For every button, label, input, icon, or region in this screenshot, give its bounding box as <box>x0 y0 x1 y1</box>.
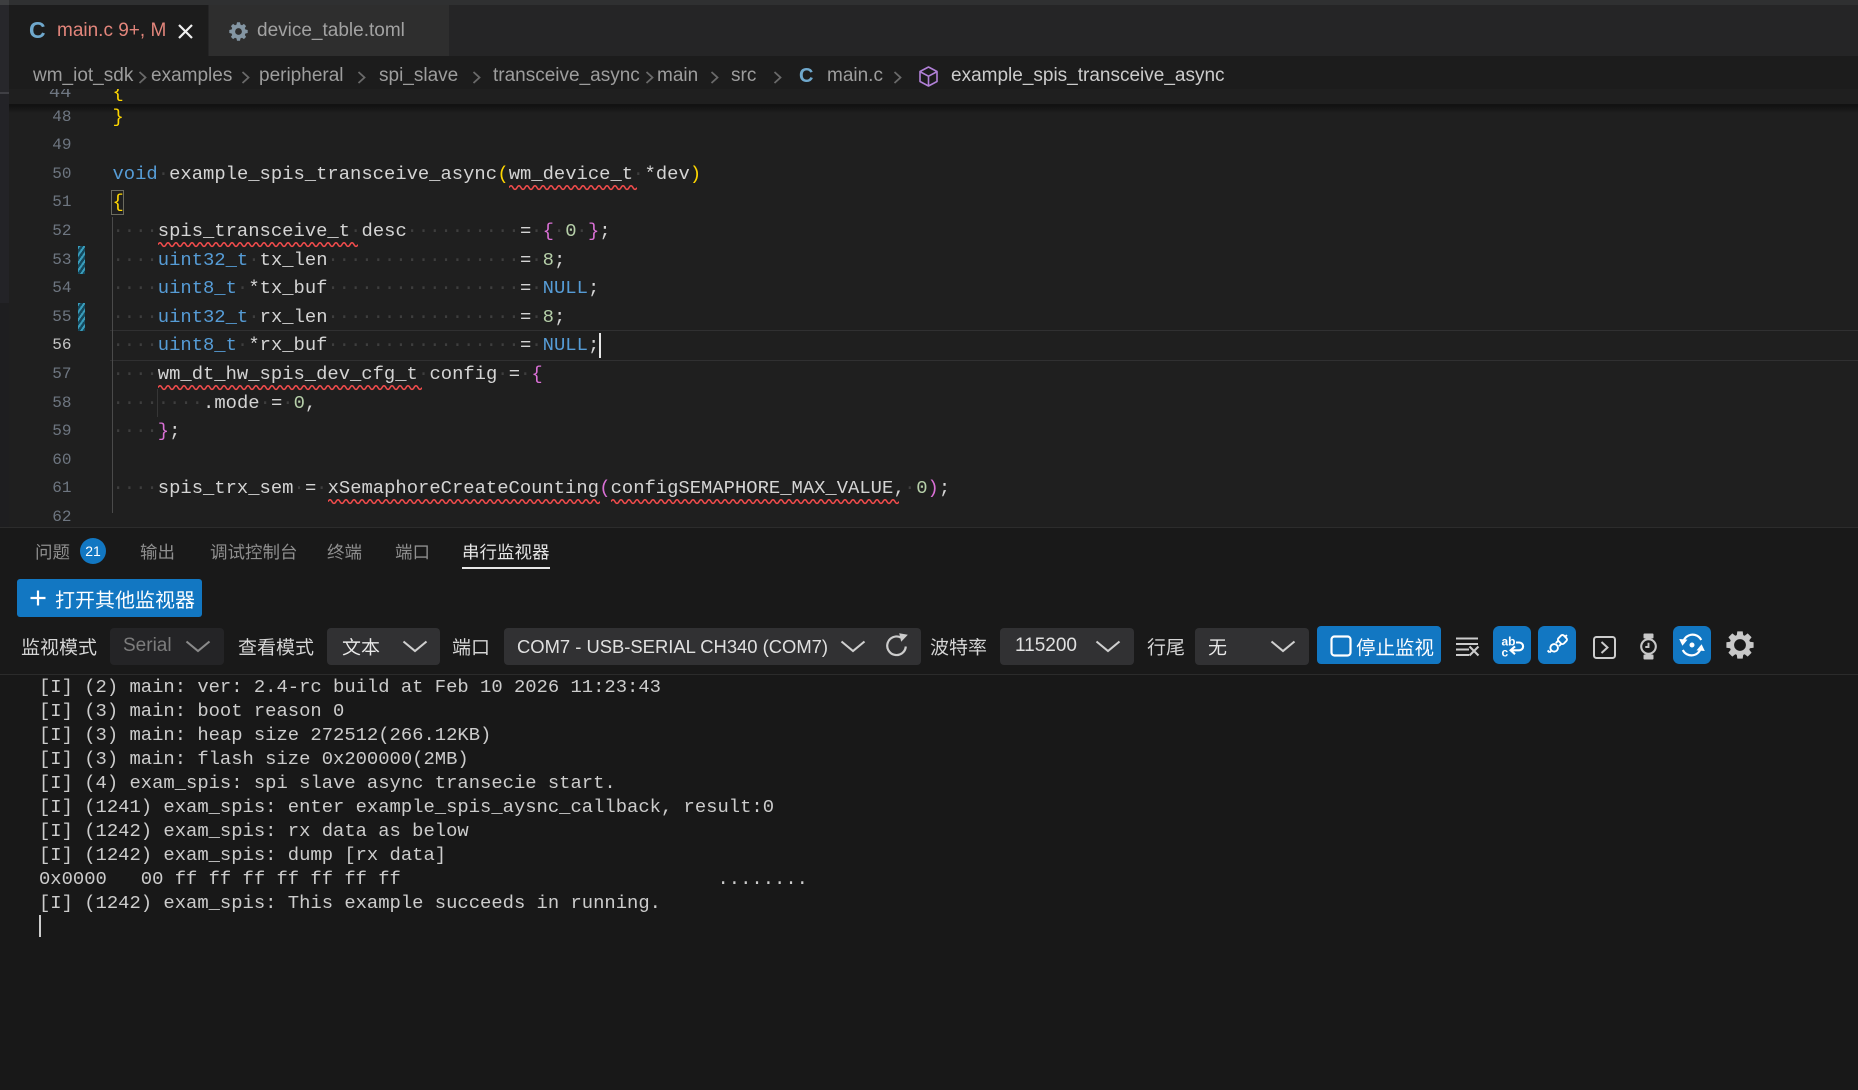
svg-text:c: c <box>1502 646 1509 660</box>
